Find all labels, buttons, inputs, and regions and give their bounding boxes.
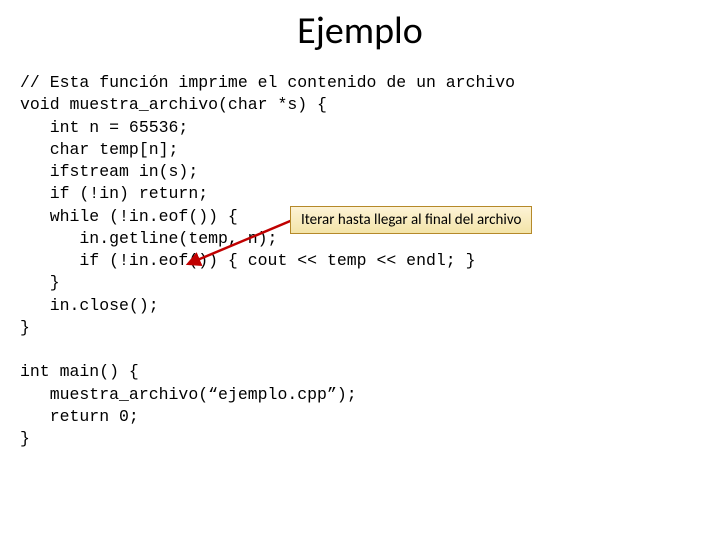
code-block: // Esta función imprime el contenido de …	[20, 72, 720, 451]
slide-title: Ejemplo	[0, 8, 720, 54]
